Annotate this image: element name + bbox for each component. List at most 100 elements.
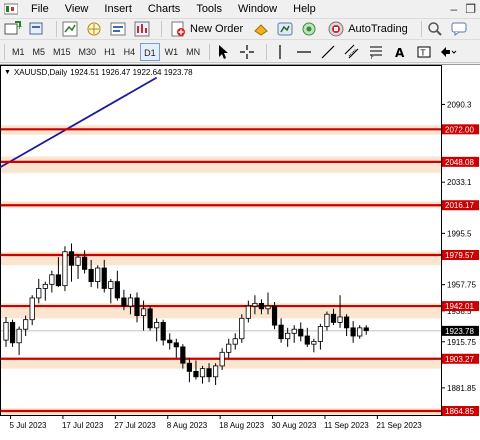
bull-candle (226, 343, 232, 353)
menu-charts[interactable]: Charts (140, 0, 188, 18)
chat-icon[interactable] (450, 20, 468, 38)
bear-candle (101, 267, 107, 289)
trendline-icon[interactable] (319, 43, 337, 61)
chart-window[interactable]: 2090.3 2033.1 1995.5 1957.75 1938.5 1915.75 18… (0, 64, 480, 440)
menu-view[interactable]: View (57, 0, 97, 18)
metaeditor-icon[interactable] (252, 20, 270, 38)
toolbar-separator (266, 43, 268, 60)
bull-candle (95, 267, 101, 283)
crosshair-icon[interactable] (238, 43, 256, 61)
arrows-dropdown-icon[interactable] (439, 43, 457, 61)
menu-insert[interactable]: Insert (96, 0, 140, 18)
toolbar-separator (209, 43, 211, 60)
bear-candle (206, 368, 212, 378)
vps-icon[interactable] (300, 20, 318, 38)
bull-candle (357, 327, 363, 337)
bull-candle (219, 351, 225, 367)
metatrader-window: File View Insert Charts Tools Window Hel… (0, 0, 480, 440)
x-tick-label: 30 Aug 2023 (272, 421, 317, 430)
bear-candle (186, 362, 192, 372)
app-logo-icon[interactable] (3, 2, 19, 16)
timeframe-d1-button[interactable]: D1 (140, 42, 160, 61)
level-label: 1903.27 (445, 355, 474, 364)
cursor-icon[interactable] (214, 43, 232, 61)
chart-ohlc: 1924.51 1926.47 1922.64 1923.78 (70, 68, 193, 77)
equidistant-channel-icon[interactable] (343, 43, 361, 61)
timeframe-m5-button[interactable]: M5 (30, 43, 49, 61)
bear-candle (363, 327, 369, 331)
chart-symbol: XAUUSD,Daily (13, 68, 68, 77)
price-chart[interactable]: 2090.32033.11995.51957.751938.51915.7518… (0, 65, 480, 440)
menu-help[interactable]: Help (285, 0, 324, 18)
market-watch-icon[interactable] (61, 20, 79, 38)
bear-candle (160, 322, 166, 341)
timeframe-mn-button[interactable]: MN (183, 43, 203, 61)
bull-candle (42, 283, 48, 289)
bull-candle (154, 322, 160, 329)
bear-candle (55, 274, 62, 287)
x-tick-label: 17 Jul 2023 (62, 421, 104, 430)
bull-candle (239, 317, 245, 340)
timeframe-h4-button[interactable]: H4 (121, 43, 139, 61)
chart-collapse-icon[interactable]: ▼ (4, 69, 11, 76)
timeframe-m30-button[interactable]: M30 (76, 43, 100, 61)
timeframe-m1-button[interactable]: M1 (9, 43, 28, 61)
minimize-button[interactable]: – (451, 2, 458, 16)
bull-candle (75, 256, 81, 266)
bull-candle (317, 326, 324, 342)
vertical-line-icon[interactable] (271, 43, 289, 61)
text-tool-icon[interactable]: A (391, 43, 409, 61)
bull-candle (16, 328, 22, 344)
bear-candle (271, 305, 278, 326)
bull-candle (285, 332, 291, 340)
menu-file[interactable]: File (23, 0, 57, 18)
strategy-tester-icon[interactable] (133, 20, 151, 38)
y-tick-label: 2033.1 (447, 178, 472, 187)
new-order-button[interactable]: New Order (166, 20, 246, 38)
bull-candle (36, 288, 42, 299)
menu-window[interactable]: Window (230, 0, 285, 18)
x-tick-label: 21 Sep 2023 (376, 421, 422, 430)
autotrading-button[interactable]: AutoTrading (324, 20, 411, 38)
bear-candle (343, 316, 350, 329)
level-label: 1942.01 (445, 302, 474, 311)
current-price-label: 1923.78 (445, 327, 474, 336)
timeframe-w1-button[interactable]: W1 (162, 43, 182, 61)
bear-candle (134, 297, 140, 317)
x-tick-label: 5 Jul 2023 (10, 421, 47, 430)
y-tick-label: 1995.5 (447, 229, 472, 238)
x-tick-label: 27 Jul 2023 (114, 421, 156, 430)
restore-button[interactable]: ❐ (465, 2, 476, 16)
bear-candle (68, 251, 75, 266)
bear-candle (9, 322, 16, 344)
fibonacci-icon[interactable]: F (367, 43, 385, 61)
navigator-icon[interactable] (85, 20, 103, 38)
bull-candle (3, 322, 9, 341)
bear-candle (258, 302, 265, 310)
bear-candle (88, 268, 94, 283)
search-icon[interactable] (426, 20, 444, 38)
menu-tools[interactable]: Tools (188, 0, 230, 18)
chart-info-bar: ▼ XAUUSD,Daily 1924.51 1926.47 1922.64 1… (4, 68, 193, 77)
bull-candle (291, 328, 297, 334)
label-tool-icon[interactable]: T (415, 43, 433, 61)
profiles-icon[interactable] (28, 20, 46, 38)
level-zone (1, 156, 441, 173)
horizontal-line-icon[interactable] (295, 43, 313, 61)
toolbar-separator (161, 21, 162, 37)
timeframe-h1-button[interactable]: H1 (101, 43, 119, 61)
level-label: 2016.17 (445, 201, 474, 210)
timeframe-m15-button[interactable]: M15 (50, 43, 74, 61)
new-chart-icon[interactable]: + (4, 20, 22, 38)
bear-candle (147, 308, 153, 329)
level-label: 2048.08 (445, 158, 474, 167)
y-tick-label: 1915.75 (447, 338, 476, 347)
bear-candle (121, 297, 127, 307)
bear-candle (304, 335, 310, 345)
signals-icon[interactable] (276, 20, 294, 38)
bear-candle (350, 327, 356, 337)
terminal-icon[interactable] (109, 20, 127, 38)
toolbar-grip (4, 43, 5, 60)
bear-candle (167, 339, 173, 344)
bear-candle (278, 324, 284, 340)
